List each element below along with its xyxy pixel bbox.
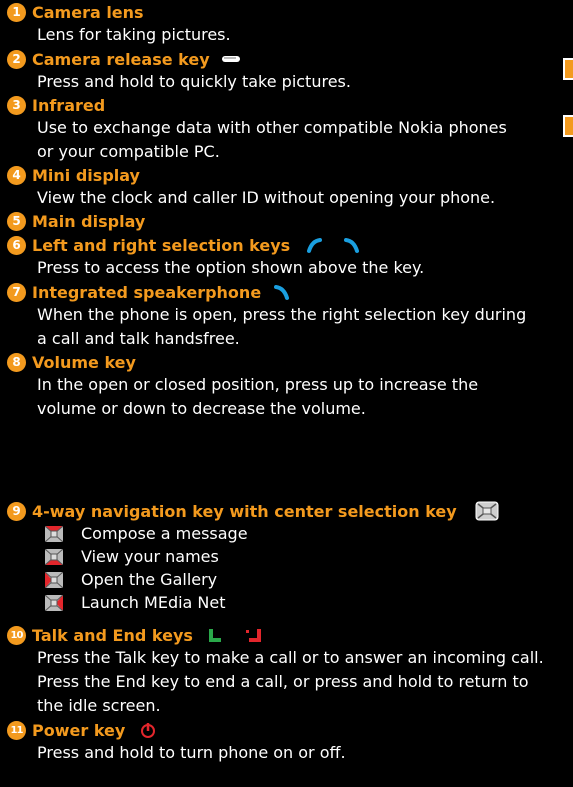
nav-down-icon [45, 548, 63, 565]
navigation-key-icon [475, 501, 499, 521]
selection-keys-icon [307, 238, 360, 253]
item-title: Volume key [32, 352, 136, 372]
nav-option: View your names [45, 545, 499, 568]
item-description: In the open or closed position, press up… [37, 375, 479, 394]
number-badge: 1 [7, 2, 26, 22]
number-badge: 9 [7, 501, 26, 521]
item-description: volume or down to decrease the volume. [37, 399, 366, 418]
item-selection-keys: 6 Left and right selection keys Press to … [7, 234, 424, 280]
nav-option-label: Compose a message [81, 524, 248, 543]
item-description: or your compatible PC. [37, 142, 220, 161]
number-badge: 10 [7, 625, 26, 645]
number-badge: 2 [7, 49, 26, 69]
nav-option-label: Open the Gallery [81, 570, 218, 589]
number-badge: 8 [7, 352, 26, 372]
number-badge: 5 [7, 211, 26, 231]
item-talk-end-keys: 10 Talk and End keys Press the Talk key t… [7, 624, 544, 718]
item-title: Mini display [32, 165, 140, 185]
item-title: Power key [32, 720, 126, 740]
nav-option: Compose a message [45, 522, 499, 545]
item-title: Main display [32, 211, 146, 231]
item-title: Camera lens [32, 2, 144, 22]
item-mini-display: 4 Mini display View the clock and caller … [7, 164, 495, 210]
item-title: Infrared [32, 95, 106, 115]
number-badge: 3 [7, 95, 26, 115]
item-description: Press the End key to end a call, or pres… [37, 672, 529, 691]
item-description: the idle screen. [37, 696, 161, 715]
talk-end-keys-icon [208, 629, 261, 642]
number-badge: 6 [7, 235, 26, 255]
number-badge: 7 [7, 282, 26, 302]
item-title: Integrated speakerphone [32, 282, 262, 302]
item-description: When the phone is open, press the right … [37, 305, 527, 324]
item-infrared: 3 Infrared Use to exchange data with othe… [7, 94, 507, 164]
camera-key-icon [221, 56, 240, 62]
item-speakerphone: 7 Integrated speakerphone When the phone … [7, 281, 526, 351]
item-title: 4-way navigation key with center selecti… [32, 501, 457, 521]
item-description: Press to access the option shown above t… [37, 258, 425, 277]
nav-left-icon [45, 571, 63, 588]
number-badge: 11 [7, 720, 26, 740]
item-title: Left and right selection keys [32, 235, 291, 255]
side-tab [563, 115, 573, 137]
item-camera-lens: 1 Camera lens Lens for taking pictures. [7, 1, 231, 47]
item-volume-key: 8 Volume key In the open or closed positi… [7, 351, 478, 421]
item-description: a call and talk handsfree. [37, 329, 240, 348]
item-description: Press and hold to turn phone on or off. [37, 743, 346, 762]
nav-right-icon [45, 594, 63, 611]
item-description: Press the Talk key to make a call or to … [37, 648, 544, 667]
nav-option: Open the Gallery [45, 568, 499, 591]
power-key-icon [141, 723, 156, 738]
item-description: Press and hold to quickly take pictures. [37, 72, 351, 91]
nav-option-label: Launch MEdia Net [81, 593, 226, 612]
item-power-key: 11 Power key Press and hold to turn phone… [7, 719, 346, 765]
item-title: Talk and End keys [32, 625, 193, 645]
item-camera-release-key: 2 Camera release key Press and hold to qu… [7, 48, 351, 94]
side-tab [563, 58, 573, 80]
item-title: Camera release key [32, 49, 210, 69]
item-main-display: 5 Main display [7, 210, 145, 232]
item-description: Lens for taking pictures. [37, 25, 231, 44]
item-description: View the clock and caller ID without ope… [37, 188, 496, 207]
nav-option: Launch MEdia Net [45, 591, 499, 614]
item-navigation-key: 9 4-way navigation key with center select… [7, 500, 499, 614]
right-selection-key-icon [274, 285, 290, 300]
nav-up-icon [45, 525, 63, 542]
nav-option-label: View your names [81, 547, 219, 566]
number-badge: 4 [7, 165, 26, 185]
item-description: Use to exchange data with other compatib… [37, 118, 507, 137]
